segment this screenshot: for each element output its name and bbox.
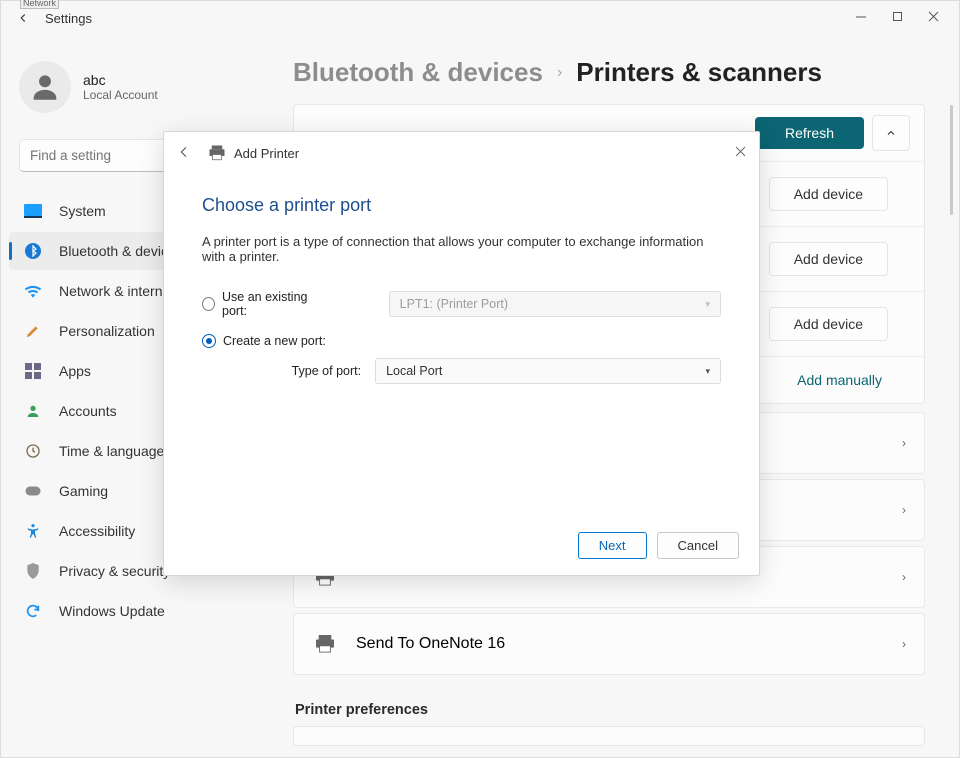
shield-icon <box>23 561 43 581</box>
dialog-close-button[interactable] <box>727 138 753 164</box>
accessibility-icon <box>23 521 43 541</box>
profile-block[interactable]: abc Local Account <box>5 49 291 125</box>
chevron-right-icon: › <box>557 64 562 82</box>
close-icon[interactable] <box>915 11 951 26</box>
apps-icon <box>23 361 43 381</box>
option-use-existing-port[interactable]: Use an existing port: LPT1: (Printer Por… <box>202 290 721 318</box>
sidebar-item-label: Windows Update <box>59 603 165 619</box>
chevron-right-icon: › <box>902 503 906 517</box>
dialog-description: A printer port is a type of connection t… <box>202 234 721 264</box>
option-create-new-port[interactable]: Create a new port: <box>202 334 721 348</box>
refresh-button[interactable]: Refresh <box>755 117 864 149</box>
printer-icon <box>312 634 338 654</box>
printer-list-item[interactable]: Send To OneNote 16 › <box>293 613 925 675</box>
wifi-icon <box>23 281 43 301</box>
option-label: Use an existing port: <box>222 290 327 318</box>
printer-icon <box>208 145 226 161</box>
chevron-right-icon: › <box>902 570 906 584</box>
breadcrumb-parent[interactable]: Bluetooth & devices <box>293 57 543 88</box>
cancel-button[interactable]: Cancel <box>657 532 739 559</box>
dialog-title: Add Printer <box>234 146 299 161</box>
sidebar-item-label: Gaming <box>59 483 108 499</box>
clock-icon <box>23 441 43 461</box>
sidebar-item-label: System <box>59 203 106 219</box>
gamepad-icon <box>23 481 43 501</box>
printer-name: Send To OneNote 16 <box>356 635 505 653</box>
chevron-down-icon: ▾ <box>705 366 710 377</box>
sidebar-item-label: Accessibility <box>59 523 135 539</box>
add-printer-dialog: Add Printer Choose a printer port A prin… <box>163 131 760 576</box>
sidebar-item-label: Personalization <box>59 323 155 339</box>
next-button[interactable]: Next <box>578 532 647 559</box>
dialog-back-button[interactable] <box>176 144 192 165</box>
option-label: Create a new port: <box>223 334 326 348</box>
back-icon[interactable] <box>9 11 37 25</box>
existing-port-select: LPT1: (Printer Port) ▾ <box>389 291 721 317</box>
dialog-heading: Choose a printer port <box>202 195 721 216</box>
sidebar-item-windows-update[interactable]: Windows Update <box>9 592 279 630</box>
chevron-right-icon: › <box>902 637 906 651</box>
window-titlebar: Settings <box>1 1 959 35</box>
breadcrumb: Bluetooth & devices › Printers & scanner… <box>291 57 929 88</box>
profile-account-type: Local Account <box>83 88 158 102</box>
profile-name: abc <box>83 72 158 88</box>
scrollbar-thumb[interactable] <box>950 105 953 215</box>
sidebar-item-label: Privacy & security <box>59 563 170 579</box>
avatar <box>19 61 71 113</box>
maximize-icon[interactable] <box>879 11 915 26</box>
chevron-down-icon: ▾ <box>705 299 710 310</box>
brush-icon <box>23 321 43 341</box>
system-icon <box>23 201 43 221</box>
add-device-button[interactable]: Add device <box>769 177 888 211</box>
collapse-button[interactable] <box>872 115 910 151</box>
add-device-button[interactable]: Add device <box>769 307 888 341</box>
add-manually-link[interactable]: Add manually <box>797 372 882 388</box>
chevron-right-icon: › <box>902 436 906 450</box>
bluetooth-icon <box>23 241 43 261</box>
sidebar-item-label: Apps <box>59 363 91 379</box>
sidebar-item-label: Accounts <box>59 403 117 419</box>
select-value: Local Port <box>386 364 442 378</box>
select-value: LPT1: (Printer Port) <box>400 297 508 311</box>
type-of-port-select[interactable]: Local Port ▾ <box>375 358 721 384</box>
update-icon <box>23 601 43 621</box>
sidebar-item-label: Network & internet <box>59 283 174 299</box>
type-of-port-label: Type of port: <box>202 364 375 378</box>
window-title: Settings <box>45 11 92 26</box>
person-icon <box>23 401 43 421</box>
radio-unselected-icon[interactable] <box>202 297 215 311</box>
printer-preferences-card[interactable] <box>293 726 925 746</box>
radio-selected-icon[interactable] <box>202 334 216 348</box>
page-title: Printers & scanners <box>576 57 822 88</box>
section-header-printer-preferences: Printer preferences <box>293 680 925 726</box>
add-device-button[interactable]: Add device <box>769 242 888 276</box>
sidebar-item-label: Time & language <box>59 443 164 459</box>
minimize-icon[interactable] <box>843 11 879 26</box>
desktop-shortcut-label: Network <box>20 0 59 9</box>
